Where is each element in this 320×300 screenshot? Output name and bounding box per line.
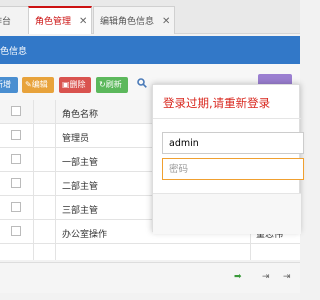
column-header-role-name: 角色名称 bbox=[62, 110, 99, 120]
add-button[interactable]: 新增 bbox=[0, 77, 18, 93]
panel-titlebar: 色信息 bbox=[0, 36, 300, 64]
role-name-cell: 二部主管 bbox=[62, 182, 99, 192]
add-button-label: 新增 bbox=[0, 80, 11, 89]
tab-role-management[interactable]: 角色管理 ✕ bbox=[28, 6, 92, 34]
refresh-button-label: 刷新 bbox=[105, 80, 122, 89]
panel-title: 色信息 bbox=[0, 47, 28, 57]
delete-button[interactable]: ▣删除 bbox=[59, 77, 91, 93]
last-page-icon[interactable]: ⇥ bbox=[262, 272, 270, 282]
edit-button[interactable]: ✎编辑 bbox=[22, 77, 54, 93]
login-modal: 登录过期,请重新登录 bbox=[152, 84, 304, 234]
trash-icon: ▣ bbox=[62, 80, 70, 89]
pagination-bar: ➡ ⇥ ⇥ bbox=[0, 262, 300, 293]
tab-bar: 作台 角色管理 ✕ 编辑角色信息 ✕ bbox=[0, 0, 300, 34]
row-checkbox[interactable] bbox=[11, 202, 21, 212]
tab-label: 编辑角色信息 bbox=[100, 17, 155, 27]
close-icon[interactable]: ✕ bbox=[79, 16, 87, 27]
next-page-icon[interactable]: ➡ bbox=[234, 272, 242, 282]
role-name-cell: 三部主管 bbox=[62, 206, 99, 216]
divider bbox=[153, 118, 301, 119]
edit-button-label: 编辑 bbox=[31, 80, 48, 89]
row-checkbox[interactable] bbox=[11, 226, 21, 236]
role-name-cell: 一部主管 bbox=[62, 158, 99, 168]
tab-label: 角色管理 bbox=[35, 17, 72, 27]
close-icon[interactable]: ✕ bbox=[162, 16, 170, 27]
refresh-icon: ↻ bbox=[99, 80, 106, 89]
role-name-cell: 管理员 bbox=[62, 134, 90, 144]
select-all-checkbox[interactable] bbox=[11, 106, 21, 116]
modal-footer bbox=[153, 193, 301, 234]
search-icon[interactable] bbox=[137, 78, 147, 88]
refresh-button[interactable]: ↻刷新 bbox=[96, 77, 128, 93]
pencil-icon: ✎ bbox=[25, 80, 32, 89]
row-checkbox[interactable] bbox=[11, 130, 21, 140]
tab-edit-role[interactable]: 编辑角色信息 ✕ bbox=[93, 6, 175, 34]
last-page-icon[interactable]: ⇥ bbox=[283, 272, 291, 282]
delete-button-label: 删除 bbox=[69, 80, 86, 89]
role-name-cell: 办公室操作 bbox=[62, 230, 108, 240]
row-checkbox[interactable] bbox=[11, 154, 21, 164]
column-divider bbox=[55, 100, 56, 260]
password-field[interactable] bbox=[162, 158, 304, 180]
tab-label: 作台 bbox=[0, 17, 12, 27]
username-field[interactable] bbox=[162, 132, 304, 154]
row-checkbox[interactable] bbox=[11, 178, 21, 188]
column-divider bbox=[33, 100, 34, 260]
modal-title: 登录过期,请重新登录 bbox=[163, 96, 271, 110]
